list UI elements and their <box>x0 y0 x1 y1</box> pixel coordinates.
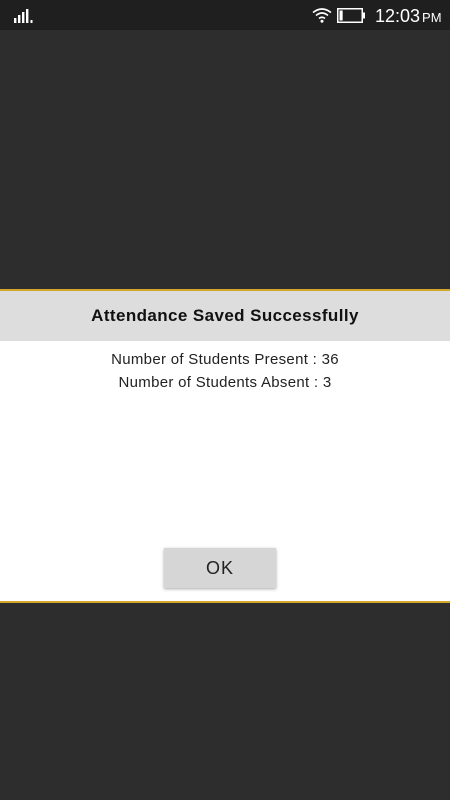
signal-icon <box>14 9 33 23</box>
status-clock: 12:03 PM <box>375 6 442 28</box>
ok-button[interactable]: OK <box>164 548 276 588</box>
battery-icon <box>337 8 365 23</box>
dialog-message: Number of Students Present : 36 Number o… <box>0 348 450 394</box>
attendance-dialog: Attendance Saved Successfully Number of … <box>0 289 450 603</box>
dialog-title: Attendance Saved Successfully <box>0 291 450 341</box>
wifi-icon <box>312 8 332 23</box>
clock-time: 12:03 <box>375 6 421 26</box>
clock-ampm: PM <box>422 10 442 25</box>
absent-count-text: Number of Students Absent : 3 <box>118 374 332 391</box>
present-count-text: Number of Students Present : 36 <box>111 351 339 368</box>
status-bar: 12:03 PM <box>0 0 450 30</box>
